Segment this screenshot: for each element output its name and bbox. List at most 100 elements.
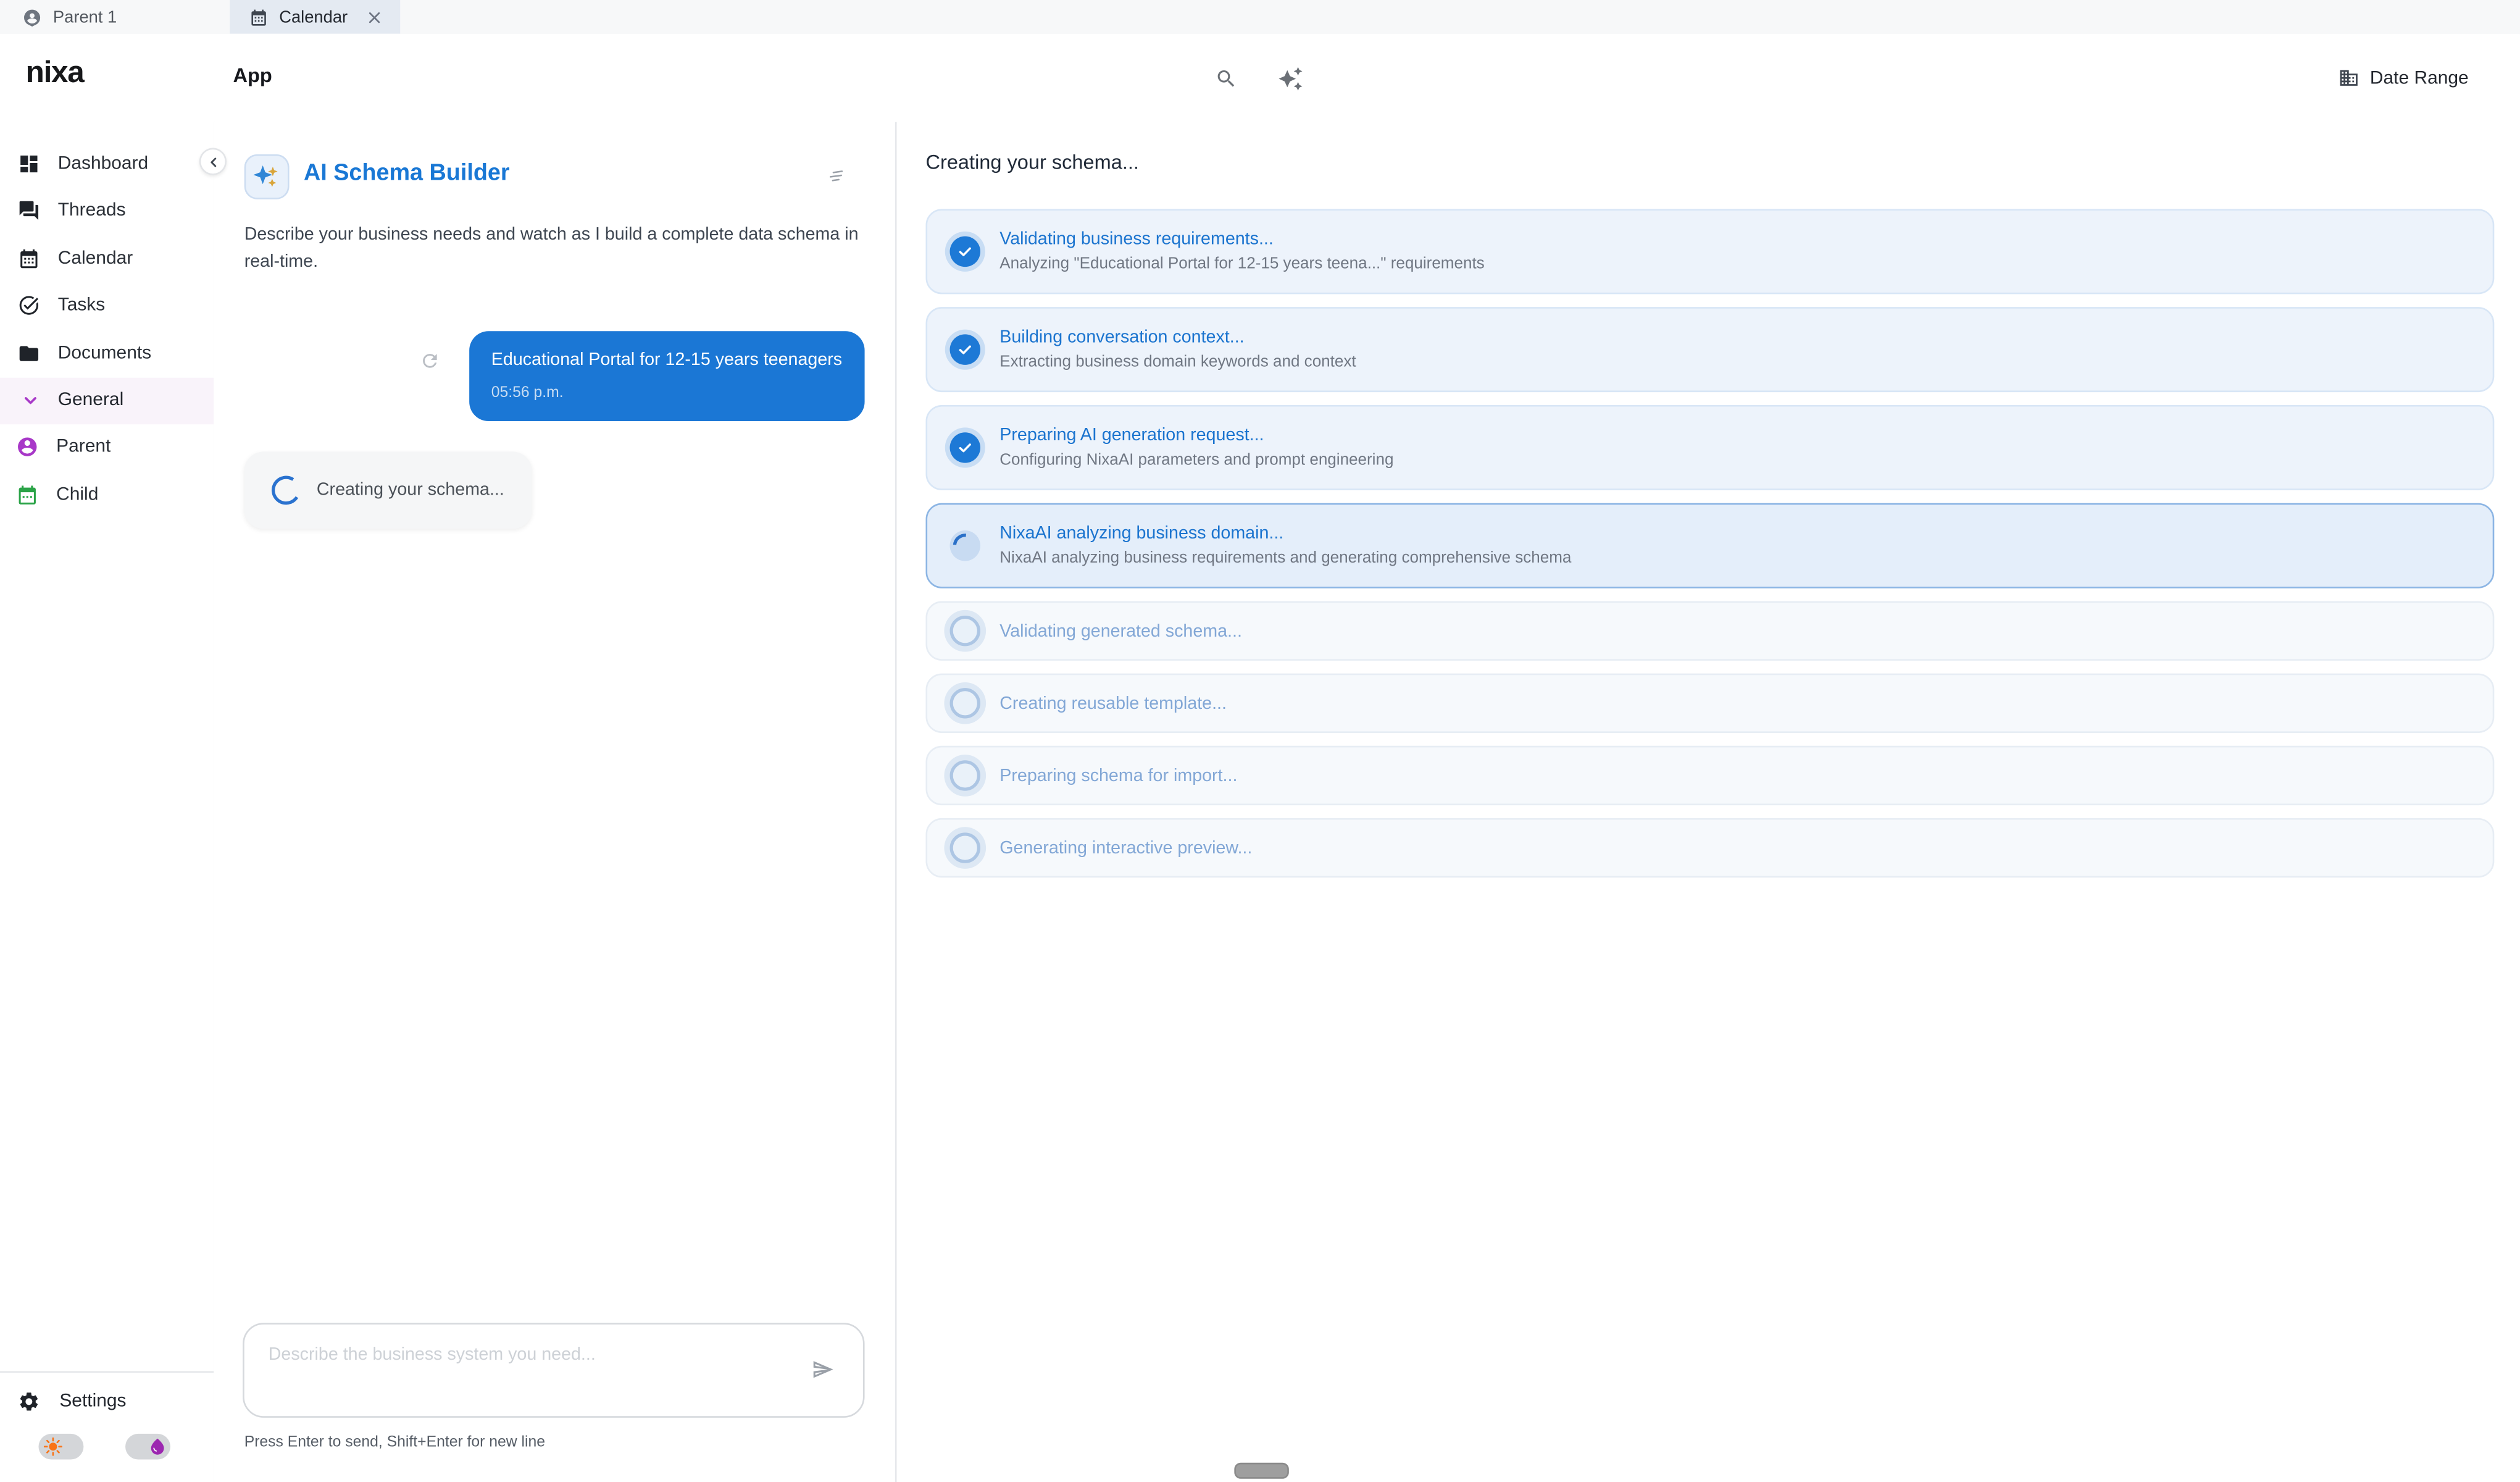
sidebar-item-label: Threads [58, 201, 126, 220]
sidebar-nav: Dashboard Threads Calendar Tasks [0, 140, 214, 518]
page-title: App [233, 64, 272, 86]
theme-toggles [0, 1424, 214, 1482]
sidebar-item-calendar[interactable]: Calendar [0, 235, 214, 282]
progress-header: Creating your schema... [926, 151, 1139, 174]
step-subtitle: Extracting business domain keywords and … [999, 354, 1356, 372]
assistant-loading-bubble: Creating your schema... [244, 451, 532, 529]
sidebar-item-threads[interactable]: Threads [0, 187, 214, 235]
step-title: Validating business requirements... [999, 230, 1484, 249]
sidebar: Dashboard Threads Calendar Tasks [0, 122, 215, 1482]
step-title: NixaAI analyzing business domain... [999, 524, 1571, 543]
droplet-icon [147, 1437, 166, 1456]
sidebar-item-label: Calendar [58, 249, 133, 268]
step-subtitle: Configuring NixaAI parameters and prompt… [999, 451, 1393, 469]
ai-schema-builder-panel: AI Schema Builder Describe your business… [214, 122, 896, 1482]
color-theme-toggle[interactable] [125, 1434, 170, 1460]
schema-progress-panel: Creating your schema... Validating busin… [897, 122, 2520, 1482]
sidebar-item-child[interactable]: Child [0, 471, 214, 519]
panel-menu-icon[interactable] [826, 165, 847, 186]
sidebar-item-tasks[interactable]: Tasks [0, 282, 214, 330]
refresh-icon[interactable] [419, 350, 440, 371]
sidebar-item-label: Parent [56, 438, 111, 457]
dashboard-icon [16, 153, 40, 175]
building-icon [2338, 67, 2359, 88]
progress-steps-list: Validating business requirements... Anal… [926, 209, 2495, 877]
sidebar-group-general[interactable]: General [0, 377, 214, 423]
message-timestamp: 05:56 p.m. [491, 384, 842, 402]
progress-step-card: Validating business requirements... Anal… [926, 209, 2495, 294]
progress-step-card-active: NixaAI analyzing business domain... Nixa… [926, 503, 2495, 588]
sidebar-item-dashboard[interactable]: Dashboard [0, 140, 214, 187]
step-subtitle: Analyzing "Educational Portal for 12-15 … [999, 256, 1484, 274]
progress-step-card: Preparing AI generation request... Confi… [926, 405, 2495, 490]
calendar-icon [16, 247, 40, 269]
step-title: Generating interactive preview... [999, 838, 1252, 857]
threads-icon [16, 199, 40, 222]
divider [0, 1371, 214, 1373]
ai-sparkle-icon [244, 154, 290, 199]
calendar-icon [249, 7, 268, 27]
folder-icon [16, 342, 40, 364]
check-circle-icon [950, 237, 980, 267]
panel-description: Describe your business needs and watch a… [244, 222, 868, 275]
pending-circle-icon [950, 832, 980, 863]
input-helper-text: Press Enter to send, Shift+Enter for new… [244, 1434, 545, 1452]
light-theme-toggle[interactable] [38, 1434, 83, 1460]
sidebar-item-label: Child [56, 485, 98, 504]
gear-icon [16, 1391, 40, 1413]
tab-calendar[interactable]: Calendar [229, 0, 401, 34]
screenshot-viewport: Parent 1 Calendar nixa App Date Range [0, 0, 2520, 1482]
settings-label: Settings [59, 1392, 126, 1411]
step-subtitle: NixaAI analyzing business requirements a… [999, 550, 1571, 567]
step-title: Preparing schema for import... [999, 766, 1237, 785]
pending-circle-icon [950, 616, 980, 646]
step-title: Building conversation context... [999, 328, 1356, 347]
loading-text: Creating your schema... [317, 480, 504, 500]
app-header: nixa App Date Range [0, 34, 2520, 124]
sidebar-collapse-button[interactable] [199, 148, 227, 175]
user-message-text: Educational Portal for 12-15 years teena… [491, 350, 842, 369]
browser-tab-bar: Parent 1 Calendar [0, 0, 2520, 35]
step-title: Preparing AI generation request... [999, 426, 1393, 445]
pending-circle-icon [950, 760, 980, 790]
progress-step-card: Building conversation context... Extract… [926, 307, 2495, 392]
task-check-icon [16, 295, 40, 317]
sidebar-item-label: Dashboard [58, 154, 148, 173]
progress-step-card: Generating interactive preview... [926, 818, 2495, 877]
check-circle-icon [950, 334, 980, 364]
step-title: Creating reusable template... [999, 693, 1227, 713]
message-input[interactable] [244, 1325, 863, 1416]
sidebar-item-parent[interactable]: Parent [0, 424, 214, 471]
tab-parent-1[interactable]: Parent 1 [0, 0, 140, 34]
check-circle-icon [950, 432, 980, 463]
tab-label: Parent 1 [53, 7, 117, 27]
sidebar-item-documents[interactable]: Documents [0, 330, 214, 377]
sparkles-icon[interactable] [1278, 34, 1304, 122]
person-circle-icon [16, 436, 38, 458]
horizontal-scrollbar-thumb[interactable] [1234, 1463, 1289, 1479]
sidebar-footer: Settings [0, 1371, 214, 1482]
progress-step-card: Preparing schema for import... [926, 746, 2495, 805]
step-title: Validating generated schema... [999, 621, 1242, 640]
date-range-button[interactable]: Date Range [2328, 34, 2478, 122]
sidebar-item-settings[interactable]: Settings [0, 1379, 214, 1424]
app-window: Parent 1 Calendar nixa App Date Range [0, 0, 2520, 1482]
sidebar-item-label: Documents [58, 343, 151, 362]
nixa-logo: nixa [26, 56, 84, 91]
close-icon[interactable] [369, 10, 382, 23]
calendar-icon [16, 484, 38, 506]
message-input-container [243, 1323, 864, 1418]
person-circle-icon [22, 7, 41, 27]
date-range-label: Date Range [2370, 69, 2469, 88]
send-button[interactable] [812, 1358, 834, 1381]
progress-step-card: Creating reusable template... [926, 674, 2495, 733]
chevron-down-icon [22, 392, 38, 408]
panel-title: AI Schema Builder [304, 161, 510, 186]
progress-step-card: Validating generated schema... [926, 601, 2495, 661]
tab-label: Calendar [279, 7, 348, 27]
user-message-bubble: Educational Portal for 12-15 years teena… [469, 331, 864, 421]
pending-circle-icon [950, 688, 980, 718]
sidebar-item-label: Tasks [58, 296, 106, 316]
loading-spinner-icon [269, 473, 304, 508]
search-icon[interactable] [1215, 34, 1237, 122]
